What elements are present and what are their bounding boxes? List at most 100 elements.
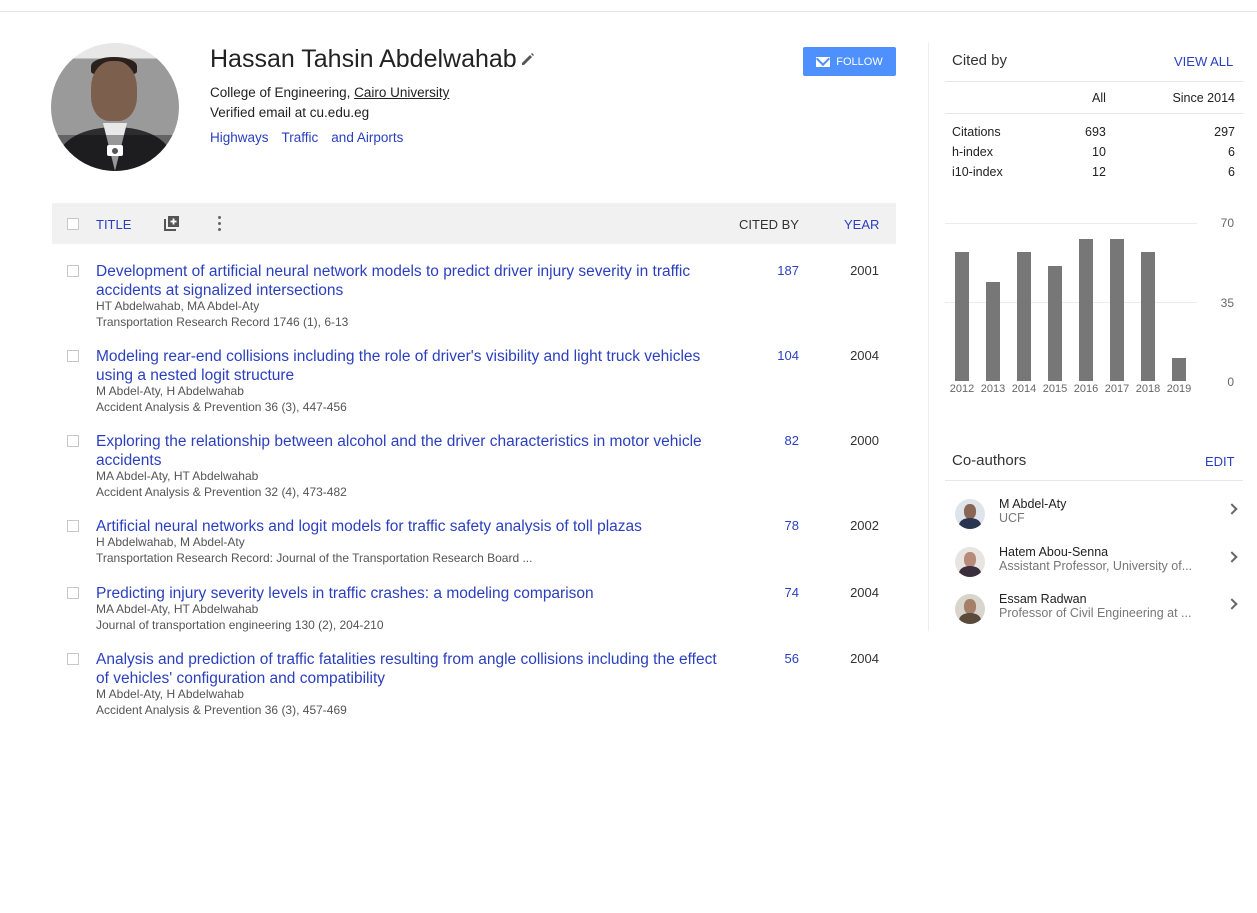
col-since-header: Since 2014 — [1172, 91, 1235, 105]
coauthor-affiliation: Professor of Civil Engineering at ... — [999, 606, 1192, 620]
x-tick-label: 2014 — [1011, 383, 1037, 395]
article-venue: Journal of transportation engineering 13… — [96, 618, 384, 632]
article-venue: Transportation Research Record 1746 (1),… — [96, 315, 349, 329]
x-tick-label: 2013 — [980, 383, 1006, 395]
article-authors: MA Abdel-Aty, HT Abdelwahab — [96, 602, 259, 616]
x-tick-label: 2017 — [1104, 383, 1130, 395]
edit-pencil-icon[interactable] — [521, 52, 535, 66]
article-title[interactable]: Modeling rear-end collisions including t… — [96, 347, 726, 385]
camera-icon[interactable] — [106, 143, 124, 157]
interest-link[interactable]: Highways — [210, 130, 269, 145]
coauthor-name: M Abdel-Aty — [999, 497, 1067, 511]
stat-since: 6 — [1228, 165, 1235, 179]
more-options-icon[interactable] — [216, 215, 222, 233]
y-tick-label: 70 — [1220, 216, 1234, 230]
divider — [945, 81, 1243, 82]
x-tick-label: 2015 — [1042, 383, 1068, 395]
affiliation-link[interactable]: Cairo University — [354, 85, 449, 100]
stat-label: i10-index — [952, 165, 1003, 179]
follow-button[interactable]: FOLLOW — [803, 47, 896, 76]
profile-photo[interactable] — [51, 43, 179, 171]
gridline — [945, 223, 1197, 224]
row-checkbox[interactable] — [67, 520, 79, 532]
article-year: 2002 — [850, 518, 879, 533]
row-checkbox[interactable] — [67, 435, 79, 447]
chevron-right-icon — [1226, 503, 1238, 515]
article-year: 2000 — [850, 433, 879, 448]
cited-by-count[interactable]: 74 — [752, 585, 799, 600]
profile-name: Hassan Tahsin Abdelwahab — [210, 45, 517, 73]
chart-bar-2016[interactable] — [1079, 238, 1093, 381]
coauthor-avatar — [955, 594, 985, 624]
cited-by-count[interactable]: 104 — [752, 348, 799, 363]
article-authors: H Abdelwahab, M Abdel-Aty — [96, 535, 245, 549]
chart-bar-2019[interactable] — [1172, 358, 1186, 381]
coauthor-item[interactable]: M Abdel-Aty UCF — [945, 497, 1245, 535]
article-authors: M Abdel-Aty, H Abdelwahab — [96, 384, 244, 398]
article-venue: Accident Analysis & Prevention 36 (3), 4… — [96, 703, 347, 717]
chart-bar-2017[interactable] — [1110, 238, 1124, 381]
top-divider — [0, 11, 1257, 12]
stat-all: 10 — [1092, 145, 1106, 159]
envelope-icon — [816, 56, 831, 67]
article-venue: Accident Analysis & Prevention 36 (3), 4… — [96, 400, 347, 414]
stat-all: 12 — [1092, 165, 1106, 179]
stat-since: 6 — [1228, 145, 1235, 159]
coauthor-affiliation: UCF — [999, 511, 1025, 525]
divider — [945, 113, 1243, 114]
sort-by-year[interactable]: YEAR — [844, 217, 879, 232]
coauthor-avatar — [955, 547, 985, 577]
coauthor-avatar — [955, 499, 985, 529]
chart-bar-2012[interactable] — [955, 252, 969, 381]
x-tick-label: 2012 — [949, 383, 975, 395]
article-title[interactable]: Artificial neural networks and logit mod… — [96, 517, 726, 536]
chart-bar-2018[interactable] — [1141, 252, 1155, 381]
chart-bar-2013[interactable] — [986, 281, 1000, 381]
article-year: 2004 — [850, 585, 879, 600]
coauthors-title: Co-authors — [952, 452, 1027, 469]
cited-by-count[interactable]: 56 — [752, 651, 799, 666]
x-tick-label: 2016 — [1073, 383, 1099, 395]
stat-all: 693 — [1085, 125, 1106, 139]
row-checkbox[interactable] — [67, 265, 79, 277]
article-year: 2001 — [850, 263, 879, 278]
article-title[interactable]: Analysis and prediction of traffic fatal… — [96, 650, 726, 688]
chart-bar-2015[interactable] — [1048, 265, 1062, 381]
x-tick-label: 2018 — [1135, 383, 1161, 395]
col-all-header: All — [1092, 91, 1106, 105]
row-checkbox[interactable] — [67, 653, 79, 665]
cited-by-count[interactable]: 78 — [752, 518, 799, 533]
add-article-icon[interactable] — [164, 215, 180, 231]
article-venue: Accident Analysis & Prevention 32 (4), 4… — [96, 485, 347, 499]
sort-by-cited[interactable]: CITED BY — [739, 217, 799, 232]
coauthor-item[interactable]: Essam Radwan Professor of Civil Engineer… — [945, 592, 1245, 630]
sort-by-title[interactable]: TITLE — [96, 217, 131, 232]
row-checkbox[interactable] — [67, 350, 79, 362]
interest-link[interactable]: and Airports — [331, 130, 403, 145]
interest-link[interactable]: Traffic — [282, 130, 319, 145]
stat-label: Citations — [952, 125, 1001, 139]
coauthor-name: Essam Radwan — [999, 592, 1087, 606]
articles-table-header: TITLE CITED BY YEAR — [52, 203, 896, 244]
cited-by-count[interactable]: 187 — [752, 263, 799, 278]
research-interests: Highways Traffic and Airports — [210, 130, 416, 145]
article-authors: HT Abdelwahab, MA Abdel-Aty — [96, 299, 260, 313]
article-authors: M Abdel-Aty, H Abdelwahab — [96, 687, 244, 701]
cited-by-count[interactable]: 82 — [752, 433, 799, 448]
chart-bar-2014[interactable] — [1017, 252, 1031, 381]
article-venue: Transportation Research Record: Journal … — [96, 551, 533, 565]
edit-coauthors-link[interactable]: EDIT — [1205, 454, 1235, 469]
stat-since: 297 — [1214, 125, 1235, 139]
stat-label: h-index — [952, 145, 993, 159]
select-all-checkbox[interactable] — [67, 218, 79, 230]
y-tick-label: 35 — [1220, 296, 1234, 310]
coauthor-item[interactable]: Hatem Abou-Senna Assistant Professor, Un… — [945, 545, 1245, 583]
view-all-link[interactable]: VIEW ALL — [1174, 54, 1233, 69]
article-title[interactable]: Development of artificial neural network… — [96, 262, 726, 300]
chevron-right-icon — [1226, 551, 1238, 563]
article-title[interactable]: Predicting injury severity levels in tra… — [96, 584, 726, 603]
article-year: 2004 — [850, 348, 879, 363]
row-checkbox[interactable] — [67, 587, 79, 599]
coauthor-affiliation: Assistant Professor, University of... — [999, 559, 1193, 573]
article-title[interactable]: Exploring the relationship between alcoh… — [96, 432, 726, 470]
